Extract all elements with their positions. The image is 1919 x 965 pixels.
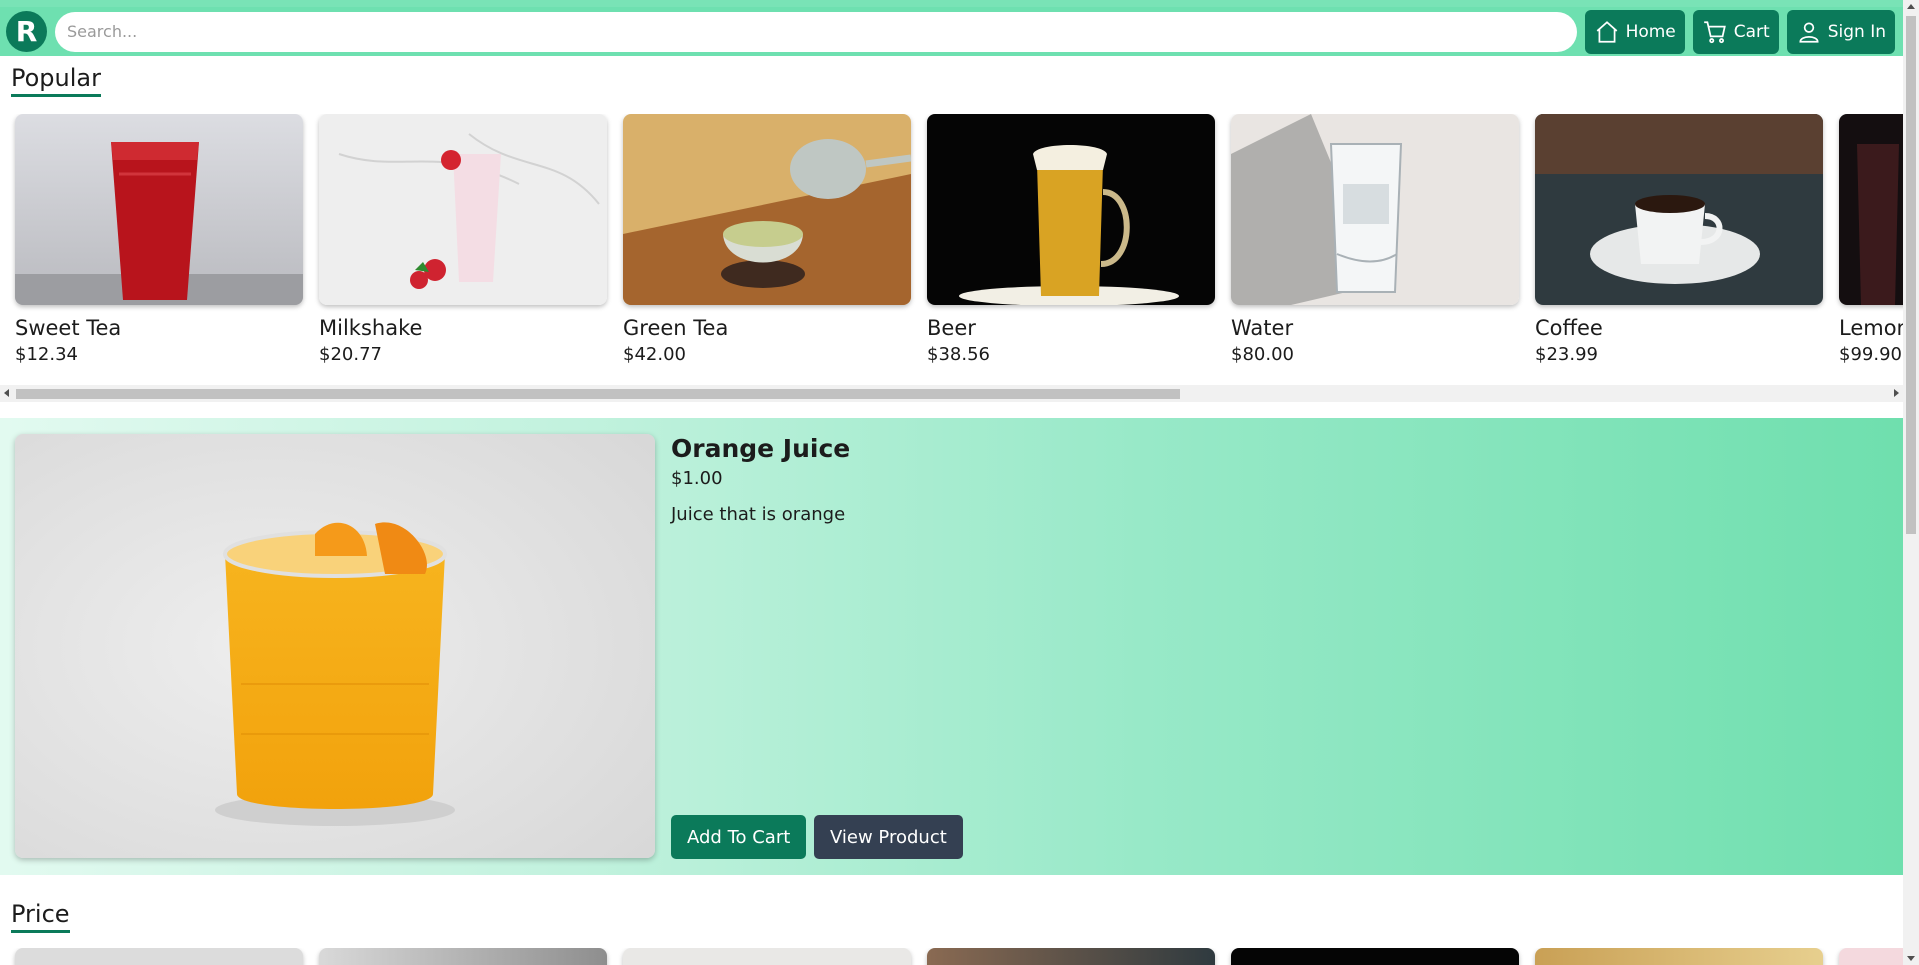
scroll-up-arrow-icon[interactable]: [1907, 4, 1915, 9]
product-image-water: [1231, 114, 1519, 305]
product-card-milkshake[interactable]: Milkshake $20.77: [319, 114, 607, 366]
product-name[interactable]: Milkshake: [319, 315, 607, 341]
featured-product-price: $1.00: [671, 468, 723, 489]
product-image-green-tea: [623, 114, 911, 305]
product-price: $38.56: [927, 344, 990, 365]
scroll-right-arrow-icon[interactable]: [1894, 389, 1899, 397]
price-carousel[interactable]: [0, 948, 1903, 965]
product-name[interactable]: Beer: [927, 315, 1215, 341]
product-image: [1535, 948, 1823, 965]
featured-product-description: Juice that is orange: [671, 504, 846, 525]
product-price: $99.90: [1839, 344, 1902, 365]
product-image-lemonade: [1839, 114, 1903, 305]
product-name[interactable]: Water: [1231, 315, 1519, 341]
cart-button[interactable]: Cart: [1692, 9, 1779, 54]
product-card[interactable]: [319, 948, 607, 965]
product-card[interactable]: [1535, 948, 1823, 965]
featured-product-name[interactable]: Orange Juice: [671, 434, 850, 463]
home-button-label: Home: [1625, 21, 1676, 42]
home-icon: [1596, 20, 1617, 43]
sign-in-button[interactable]: Sign In: [1786, 9, 1895, 54]
product-image-sweet-tea: [15, 114, 303, 305]
product-image: [15, 948, 303, 965]
price-section-title: Price: [11, 899, 70, 933]
product-card-lemonade[interactable]: Lemonade $99.90: [1839, 114, 1903, 366]
product-image: [927, 948, 1215, 965]
scrollbar-thumb[interactable]: [16, 389, 1180, 399]
product-name[interactable]: Lemonade: [1839, 315, 1903, 341]
scroll-left-arrow-icon[interactable]: [4, 389, 9, 397]
product-name[interactable]: Coffee: [1535, 315, 1823, 341]
product-card[interactable]: [623, 948, 911, 965]
view-product-button[interactable]: View Product: [814, 815, 963, 859]
sign-in-button-label: Sign In: [1827, 21, 1886, 42]
scrollbar-thumb[interactable]: [1906, 16, 1916, 534]
home-button[interactable]: Home: [1584, 9, 1685, 54]
cart-button-label: Cart: [1733, 21, 1770, 42]
product-card-beer[interactable]: Beer $38.56: [927, 114, 1215, 366]
product-card[interactable]: [15, 948, 303, 965]
product-name[interactable]: Green Tea: [623, 315, 911, 341]
product-card-coffee[interactable]: Coffee $23.99: [1535, 114, 1823, 366]
product-card[interactable]: [1839, 948, 1903, 965]
featured-product-panel: Orange Juice $1.00 Juice that is orange …: [0, 418, 1903, 875]
product-price: $12.34: [15, 344, 78, 365]
product-card[interactable]: [927, 948, 1215, 965]
product-image: [623, 948, 911, 965]
featured-product-image: [15, 434, 655, 858]
product-image-coffee: [1535, 114, 1823, 305]
product-card[interactable]: [1231, 948, 1519, 965]
add-to-cart-button[interactable]: Add To Cart: [671, 815, 807, 859]
product-image-milkshake: [319, 114, 607, 305]
vertical-scrollbar[interactable]: [1903, 0, 1919, 965]
popular-section-title: Popular: [11, 63, 101, 97]
product-image-beer: [927, 114, 1215, 305]
product-image: [1231, 948, 1519, 965]
cart-icon: [1703, 20, 1726, 43]
product-name[interactable]: Sweet Tea: [15, 315, 303, 341]
product-price: $80.00: [1231, 344, 1294, 365]
product-image: [319, 948, 607, 965]
user-icon: [1799, 21, 1819, 43]
logo[interactable]: R: [6, 11, 47, 52]
product-card-green-tea[interactable]: Green Tea $42.00: [623, 114, 911, 366]
product-price: $23.99: [1535, 344, 1598, 365]
top-navbar: R Home Cart Sign In: [0, 0, 1903, 56]
popular-carousel[interactable]: Sweet Tea $12.34 Milkshake $20.77 Green …: [0, 114, 1903, 368]
product-image: [1839, 948, 1903, 965]
scroll-down-arrow-icon[interactable]: [1907, 956, 1915, 961]
product-price: $42.00: [623, 344, 686, 365]
product-card-water[interactable]: Water $80.00: [1231, 114, 1519, 366]
product-card-sweet-tea[interactable]: Sweet Tea $12.34: [15, 114, 303, 366]
product-price: $20.77: [319, 344, 382, 365]
horizontal-scrollbar[interactable]: [0, 385, 1903, 402]
search-input[interactable]: [55, 11, 1577, 52]
